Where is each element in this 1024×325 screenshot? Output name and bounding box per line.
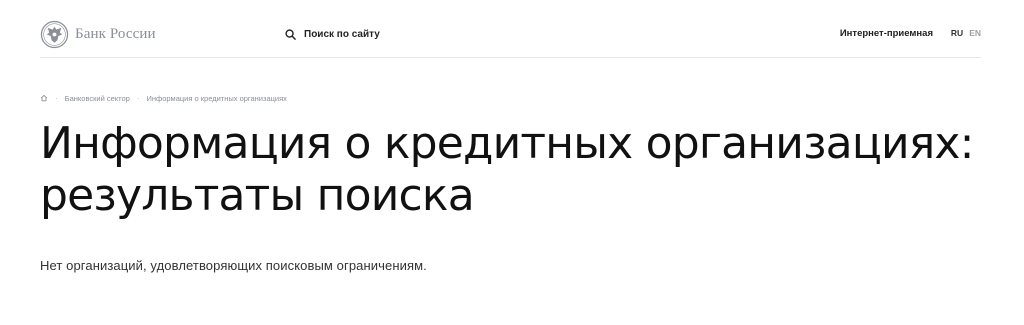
search-label: Поиск по сайту (304, 28, 380, 40)
eagle-emblem-icon (40, 20, 69, 48)
breadcrumb-separator: · (55, 93, 58, 103)
language-switcher: RU EN (951, 28, 981, 38)
site-header: Банк России Поиск по сайту Интернет-прие… (40, 0, 981, 58)
language-en[interactable]: EN (969, 28, 981, 38)
logo-text: Банк России (75, 25, 156, 42)
page-title: Информация о кредитных организациях: рез… (40, 118, 975, 221)
breadcrumb: · Банковский сектор · Информация о креди… (40, 93, 287, 103)
home-icon[interactable] (40, 94, 48, 102)
search-icon (285, 28, 296, 40)
language-ru[interactable]: RU (951, 28, 963, 38)
bank-logo[interactable]: Банк России (40, 19, 156, 49)
empty-results-message: Нет организаций, удовлетворяющих поисков… (40, 258, 427, 273)
page: Банк России Поиск по сайту Интернет-прие… (0, 0, 1024, 325)
internet-reception-link[interactable]: Интернет-приемная (840, 28, 933, 39)
breadcrumb-item-credit-organizations[interactable]: Информация о кредитных организациях (147, 94, 287, 103)
breadcrumb-separator: · (136, 93, 140, 103)
site-search-button[interactable]: Поиск по сайту (285, 26, 380, 42)
breadcrumb-item-banking-sector[interactable]: Банковский сектор (65, 94, 130, 103)
